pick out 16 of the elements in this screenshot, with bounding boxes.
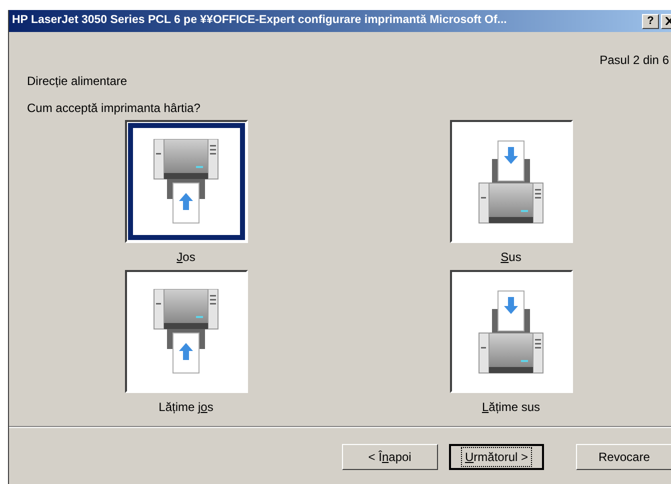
option-label: Jos (176, 250, 196, 264)
help-button[interactable]: ? (642, 14, 659, 28)
option-label: Lățime jos (158, 400, 214, 414)
step-indicator: Pasul 2 din 6 (600, 52, 669, 69)
option-label: Sus (500, 250, 522, 264)
option-label: Lățime sus (482, 400, 540, 414)
wizard-button[interactable]: < Înapoi (342, 444, 438, 470)
question-text: Cum acceptă imprimanta hârtia? (27, 101, 200, 115)
page-heading: Direcție alimentare (27, 74, 128, 88)
window-title: HP LaserJet 3050 Series PCL 6 pe ¥¥OFFICE-Expert configurare imprimantă Microsoft Of... (12, 13, 508, 28)
feed-option-tile[interactable] (124, 270, 248, 393)
feed-option-tile[interactable] (450, 270, 572, 393)
wizard-button[interactable]: Următorul > (448, 444, 544, 470)
feed-option-tile[interactable] (124, 120, 248, 243)
wizard-button[interactable]: Revocare (576, 444, 671, 470)
feed-option-tile[interactable] (450, 120, 572, 243)
